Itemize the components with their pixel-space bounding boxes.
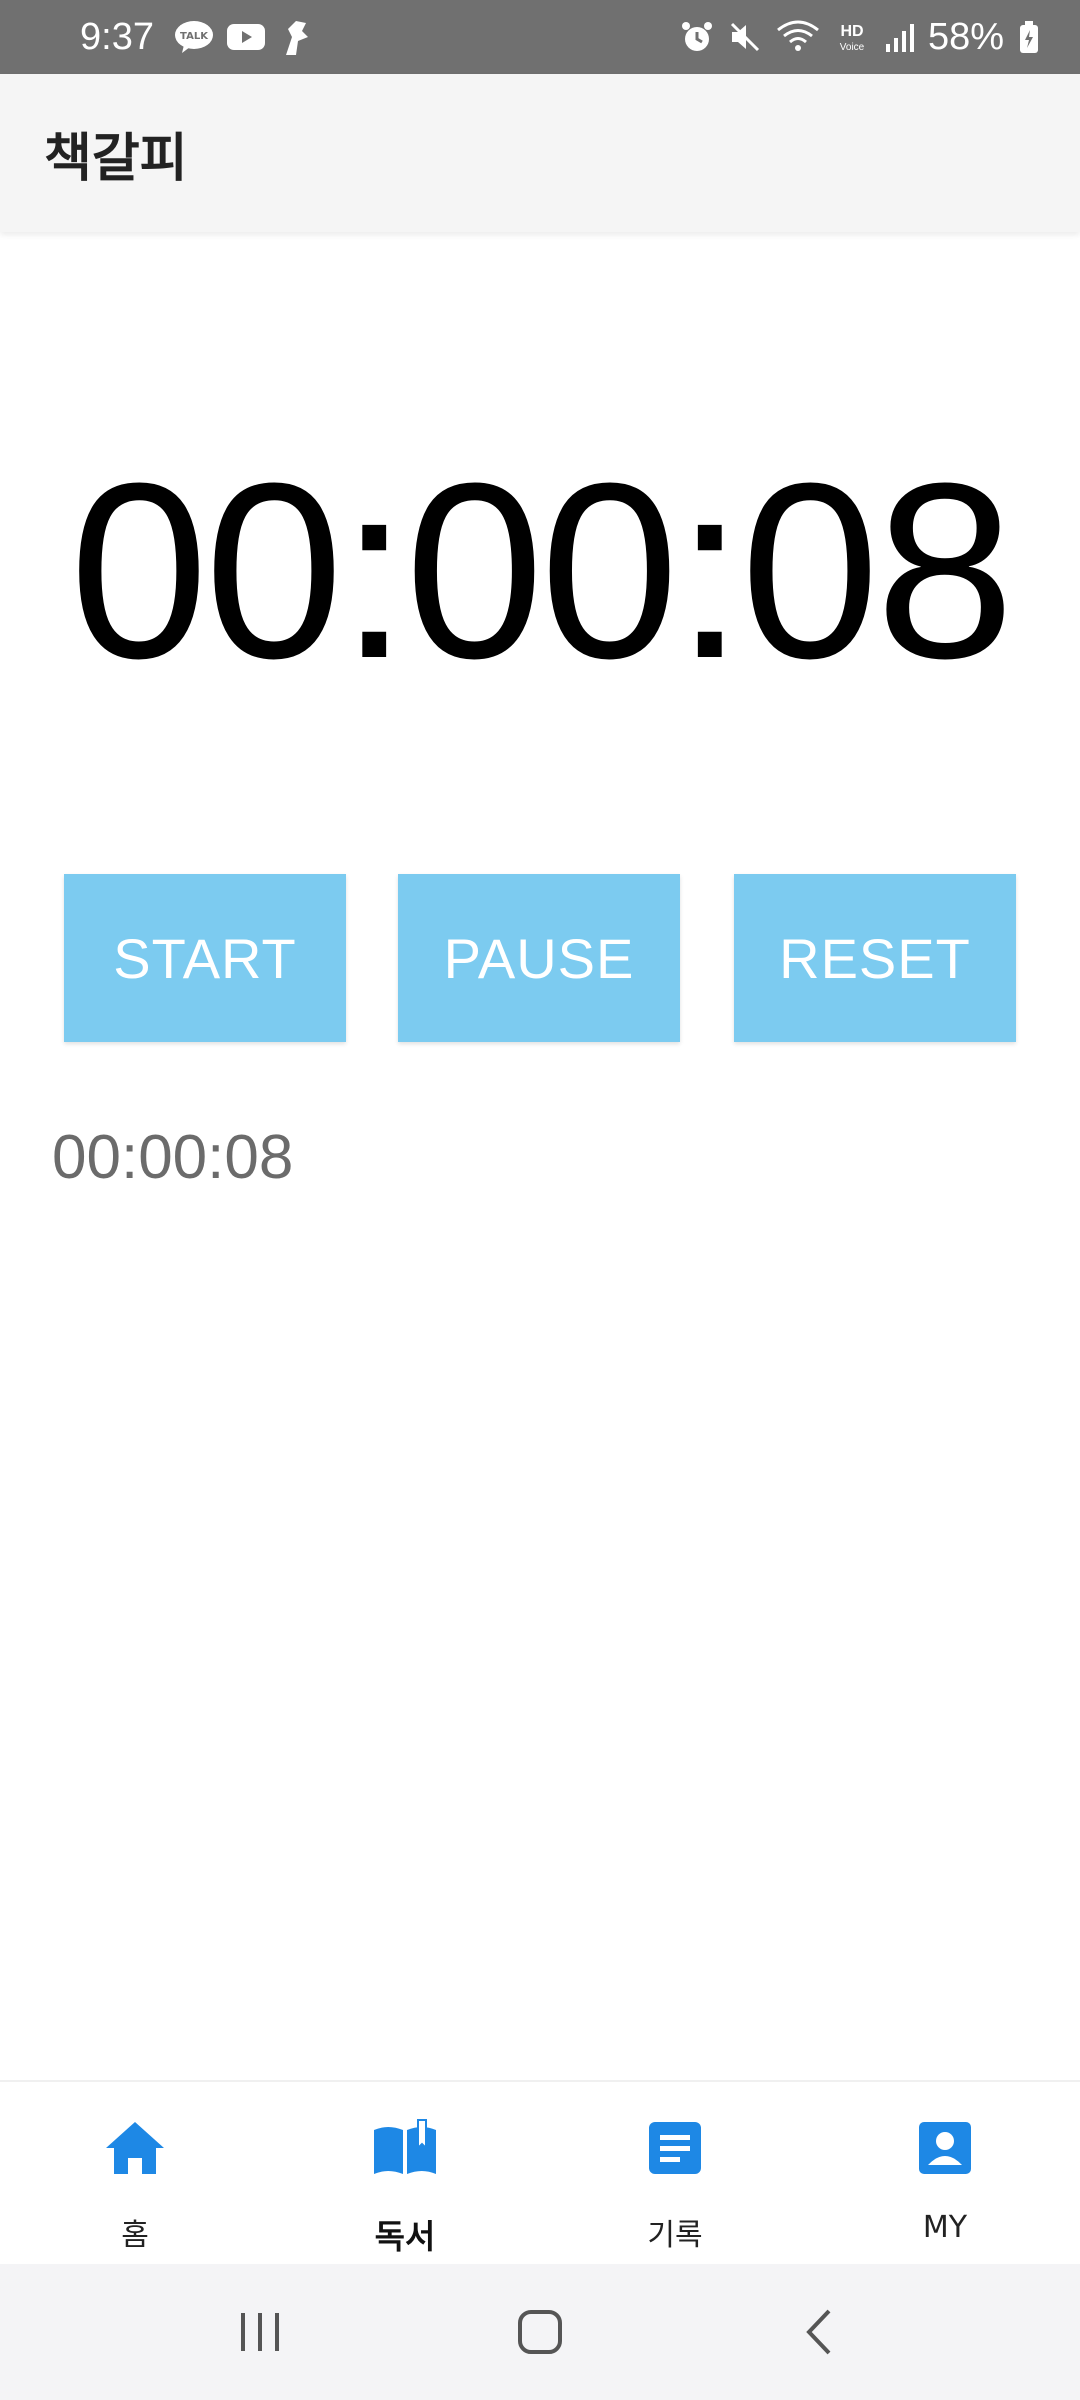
home-icon — [106, 2122, 164, 2174]
svg-text:HD: HD — [840, 23, 863, 40]
start-button[interactable]: START — [64, 874, 346, 1042]
nav-item-home[interactable]: 홈 — [0, 2082, 270, 2266]
status-bar: 9:37 TALK HD Voice 58% — [0, 0, 1080, 74]
status-icons-left: TALK — [174, 17, 314, 57]
timer-controls: START PAUSE RESET — [64, 874, 1016, 1042]
nav-label-reading: 독서 — [374, 2217, 436, 2256]
nav-label-my: MY — [922, 2210, 968, 2245]
mute-icon — [730, 22, 759, 52]
alarm-icon — [681, 22, 712, 51]
svg-text:Voice: Voice — [840, 42, 865, 53]
nav-item-reading[interactable]: 독서 — [270, 2082, 540, 2266]
reset-button[interactable]: RESET — [734, 874, 1016, 1042]
notes-icon — [649, 2122, 701, 2174]
wifi-icon — [777, 20, 819, 51]
app-icon — [285, 21, 308, 55]
app-bar: 책갈피 — [0, 74, 1080, 232]
nav-item-my[interactable]: MY — [810, 2082, 1080, 2266]
pause-button[interactable]: PAUSE — [398, 874, 680, 1042]
battery-percent: 58% — [927, 15, 1004, 58]
battery-icon — [1020, 21, 1038, 53]
youtube-icon — [226, 24, 265, 50]
status-icons-right: HD Voice 58% — [680, 16, 1040, 59]
recent-apps-icon[interactable] — [235, 2307, 285, 2357]
timer-display: 00:00:08 — [69, 430, 1014, 710]
bottom-nav: 홈 독서 기록 MY — [0, 2080, 1080, 2266]
nav-item-records[interactable]: 기록 — [540, 2082, 810, 2266]
kakaotalk-icon: TALK — [174, 21, 213, 53]
back-icon[interactable] — [795, 2307, 845, 2357]
open-book-icon — [374, 2119, 436, 2174]
app-title: 책갈피 — [44, 128, 188, 189]
nav-label-home: 홈 — [121, 2218, 149, 2253]
nav-label-records: 기록 — [647, 2218, 703, 2253]
hd-voice-icon: HD Voice — [840, 23, 865, 53]
system-nav-bar — [0, 2264, 1080, 2400]
lap-time: 00:00:08 — [52, 1123, 294, 1192]
home-button-icon[interactable] — [515, 2307, 565, 2357]
profile-icon — [919, 2122, 971, 2174]
signal-icon — [885, 24, 914, 52]
svg-text:TALK: TALK — [180, 31, 209, 42]
status-time: 9:37 — [80, 15, 154, 58]
